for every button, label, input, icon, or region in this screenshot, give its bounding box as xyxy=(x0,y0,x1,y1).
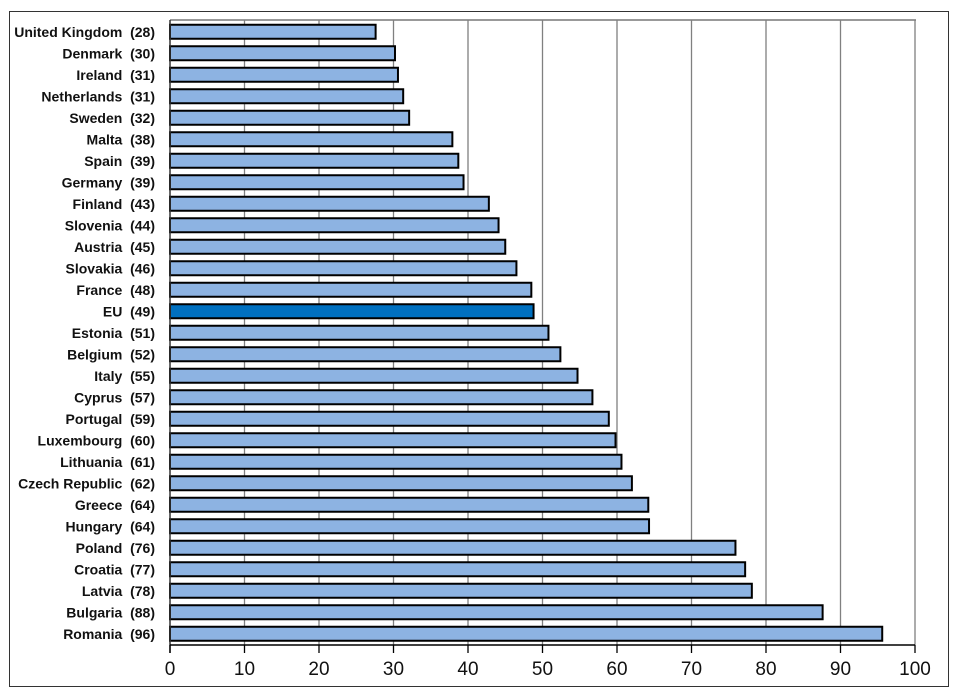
x-tick-label: 10 xyxy=(234,659,255,680)
bar xyxy=(169,260,518,277)
bar xyxy=(169,604,824,621)
category-label: United Kingdom (28) xyxy=(14,24,155,40)
category-label: Slovenia (44) xyxy=(65,217,155,233)
category-label: France (48) xyxy=(76,282,155,298)
category-label: Netherlands (31) xyxy=(41,88,155,104)
bar xyxy=(169,346,562,363)
bar xyxy=(169,539,737,556)
category-label: Croatia (77) xyxy=(74,561,155,577)
bar xyxy=(169,66,399,83)
bar xyxy=(169,88,405,105)
category-label: EU (49) xyxy=(103,303,155,319)
bar xyxy=(169,195,490,212)
bar xyxy=(169,281,533,298)
category-label: Slovakia (46) xyxy=(66,260,156,276)
bar xyxy=(169,475,633,492)
category-label: Romania (96) xyxy=(63,626,155,642)
category-label: Estonia (51) xyxy=(72,325,155,341)
x-tick-label: 80 xyxy=(755,659,776,680)
bar xyxy=(169,432,617,449)
category-label: Italy (55) xyxy=(94,368,155,384)
x-tick-label: 90 xyxy=(830,659,851,680)
category-label: Malta (38) xyxy=(87,131,155,147)
category-label: Czech Republic (62) xyxy=(18,475,155,491)
category-label: Finland (43) xyxy=(73,196,155,212)
bar xyxy=(169,389,594,406)
category-label: Cyprus (57) xyxy=(74,389,155,405)
x-tick-label: 100 xyxy=(899,659,931,680)
category-label: Luxembourg (60) xyxy=(38,432,155,448)
category-label: Poland (76) xyxy=(76,540,155,556)
category-label: Austria (45) xyxy=(74,239,155,255)
bar xyxy=(169,561,747,578)
bar xyxy=(169,324,550,341)
category-label: Germany (39) xyxy=(62,174,155,190)
category-labels: United Kingdom (28) Denmark (30) Ireland (… xyxy=(14,24,155,642)
bar xyxy=(169,23,377,40)
category-label: Ireland (31) xyxy=(76,67,155,83)
bar xyxy=(169,367,579,384)
x-tick-label: 0 xyxy=(165,659,176,680)
bar xyxy=(169,174,465,191)
bar xyxy=(169,518,651,535)
x-tick-label: 50 xyxy=(532,659,553,680)
x-tick-label: 60 xyxy=(606,659,627,680)
x-tick-label: 30 xyxy=(383,659,404,680)
category-label: Spain (39) xyxy=(84,153,155,169)
bar xyxy=(169,238,507,255)
bar xyxy=(169,109,411,126)
x-tick-label: 20 xyxy=(308,659,329,680)
category-label: Bulgaria (88) xyxy=(66,604,155,620)
category-label: Greece (64) xyxy=(75,497,155,513)
x-tick-label: 70 xyxy=(681,659,702,680)
category-label: Belgium (52) xyxy=(67,346,155,362)
bar xyxy=(169,217,500,234)
bar xyxy=(169,152,460,169)
category-label: Sweden (32) xyxy=(69,110,155,126)
bar-eu xyxy=(169,303,535,320)
category-label: Hungary (64) xyxy=(66,518,155,534)
bar xyxy=(169,582,753,599)
x-tick-label: 40 xyxy=(457,659,478,680)
bar xyxy=(169,496,650,513)
bars xyxy=(169,23,884,642)
bar xyxy=(169,625,884,642)
category-label: Denmark (30) xyxy=(62,45,155,61)
bar xyxy=(169,45,396,62)
bar xyxy=(169,131,454,148)
category-label: Portugal (59) xyxy=(66,411,155,427)
bar-chart: United Kingdom (28) Denmark (30) Ireland (… xyxy=(14,19,931,680)
bar xyxy=(169,453,623,470)
category-label: Latvia (78) xyxy=(82,583,155,599)
category-label: Lithuania (61) xyxy=(60,454,155,470)
bar xyxy=(169,410,610,427)
